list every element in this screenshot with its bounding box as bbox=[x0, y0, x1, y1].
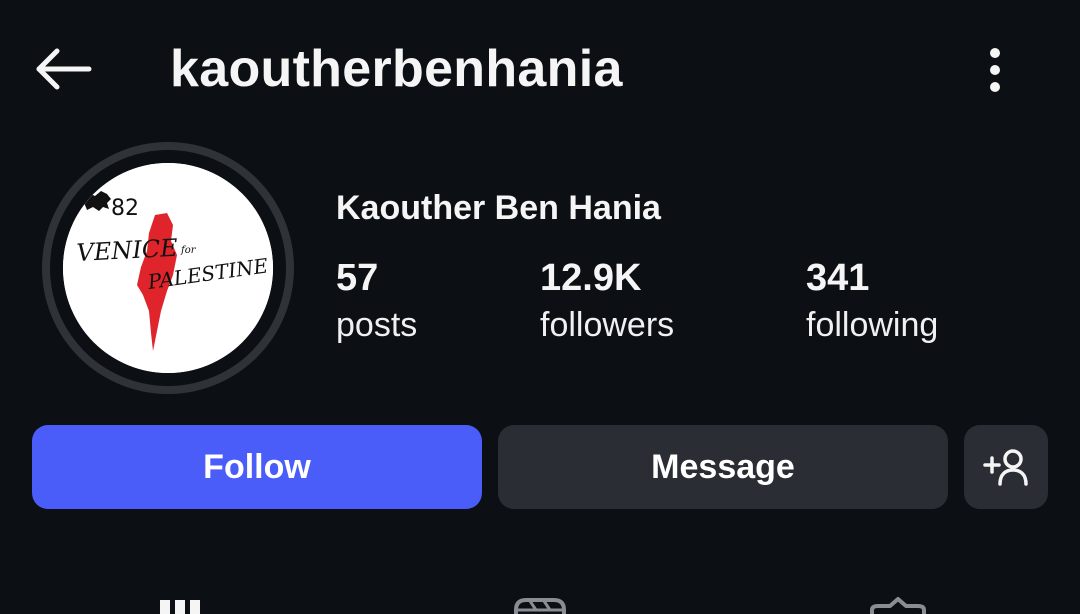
more-options-button[interactable] bbox=[970, 40, 1020, 100]
profile-screen: kaoutherbenhania 82 VENICE for PALESTINE… bbox=[0, 0, 1080, 614]
follow-button[interactable]: Follow bbox=[32, 425, 482, 509]
follow-button-label: Follow bbox=[203, 447, 311, 486]
vertical-dots-icon bbox=[990, 48, 1000, 92]
grid-icon bbox=[160, 600, 200, 614]
message-button-label: Message bbox=[651, 447, 795, 486]
avatar-number: 82 bbox=[111, 196, 139, 221]
avatar: 82 VENICE for PALESTINE bbox=[63, 163, 273, 373]
tab-reels[interactable] bbox=[508, 596, 572, 614]
message-button[interactable]: Message bbox=[498, 425, 948, 509]
add-person-icon bbox=[983, 449, 1028, 486]
stat-following-value: 341 bbox=[806, 257, 870, 299]
stat-followers-label: followers bbox=[540, 306, 675, 344]
tab-tagged[interactable] bbox=[866, 596, 930, 614]
stat-posts[interactable]: 57 posts bbox=[336, 255, 417, 349]
profile-username: kaoutherbenhania bbox=[170, 40, 623, 98]
stat-followers-value: 12.9K bbox=[540, 257, 642, 299]
stat-followers[interactable]: 12.9K followers bbox=[540, 255, 674, 349]
tab-posts-grid[interactable] bbox=[148, 596, 212, 614]
stat-posts-value: 57 bbox=[336, 257, 379, 299]
reels-icon bbox=[514, 598, 566, 614]
avatar-for-text: for bbox=[180, 245, 197, 256]
tagged-icon bbox=[870, 597, 926, 614]
arrow-left-icon bbox=[36, 48, 92, 90]
avatar-image: 82 VENICE for PALESTINE bbox=[63, 163, 273, 373]
stat-following-label: following bbox=[806, 306, 939, 344]
suggested-accounts-button[interactable] bbox=[964, 425, 1048, 509]
stat-following[interactable]: 341 following bbox=[806, 255, 938, 349]
stat-posts-label: posts bbox=[336, 306, 418, 344]
display-name: Kaouther Ben Hania bbox=[336, 189, 661, 227]
avatar-venice-text: VENICE bbox=[76, 234, 179, 267]
back-button[interactable] bbox=[28, 38, 98, 100]
avatar-ring[interactable]: 82 VENICE for PALESTINE bbox=[42, 142, 294, 394]
